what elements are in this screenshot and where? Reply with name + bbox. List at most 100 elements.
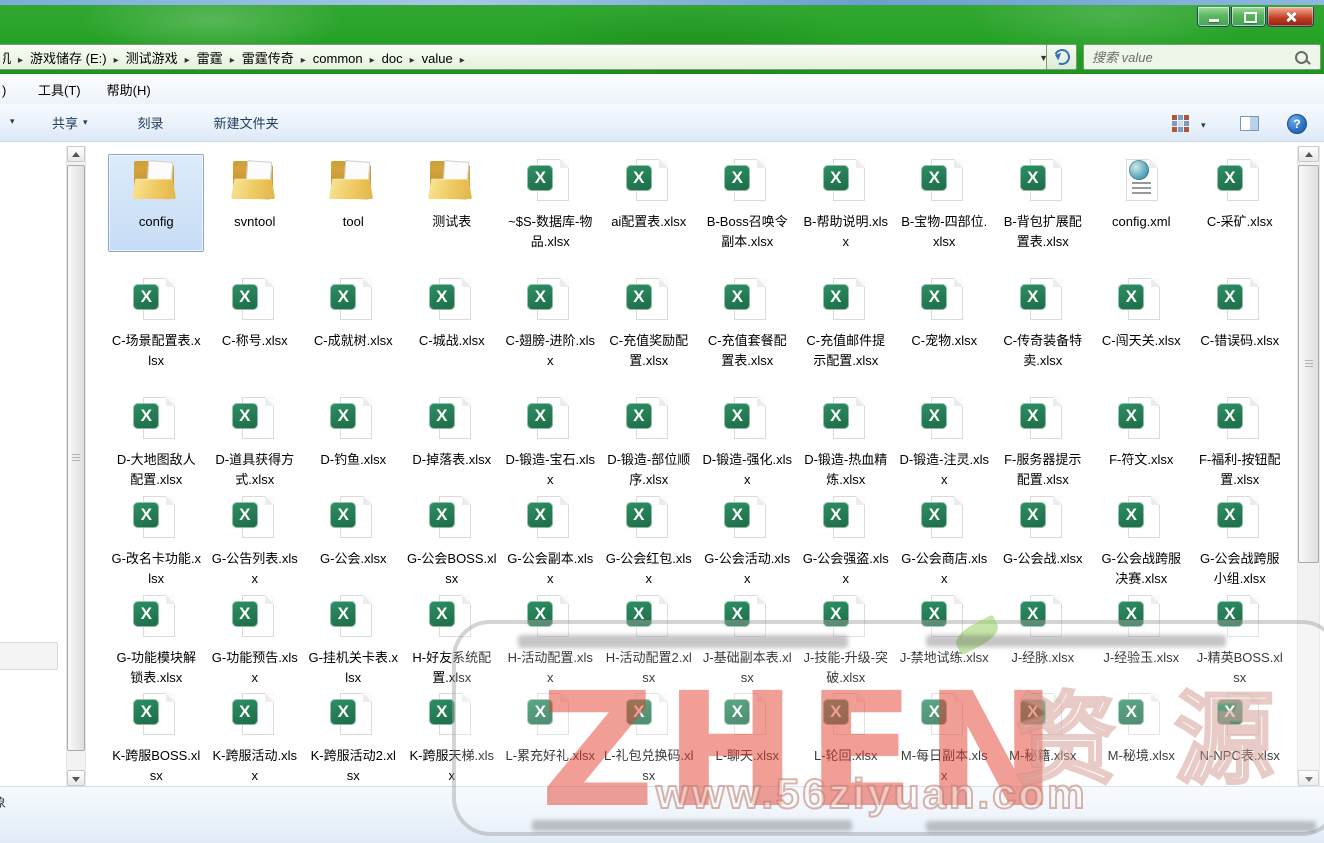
- folder-item[interactable]: tool: [305, 154, 401, 252]
- breadcrumb-separator-icon[interactable]: ▸: [296, 55, 311, 66]
- file-item[interactable]: XJ-经脉.xlsx: [995, 590, 1091, 688]
- scroll-up-button[interactable]: [1298, 146, 1319, 162]
- breadcrumb-item[interactable]: doc: [380, 51, 405, 66]
- file-item[interactable]: XD-锻造-注灵.xlsx: [896, 392, 992, 490]
- breadcrumb-item[interactable]: common: [311, 51, 365, 66]
- file-item[interactable]: XJ-禁地试练.xlsx: [896, 590, 992, 688]
- scroll-down-button[interactable]: [67, 770, 85, 786]
- file-item[interactable]: XD-锻造-宝石.xlsx: [502, 392, 598, 490]
- address-bar[interactable]: 机▸游戏储存 (E:)▸测试游戏▸雷霆▸雷霆传奇▸common▸doc▸valu…: [0, 44, 1057, 70]
- close-button[interactable]: [1267, 7, 1314, 27]
- folder-item[interactable]: config: [108, 154, 204, 252]
- file-item[interactable]: XG-公会强盗.xlsx: [798, 491, 894, 589]
- chevron-down-icon[interactable]: ▾: [10, 116, 15, 127]
- file-item[interactable]: XJ-精英BOSS.xlsx: [1192, 590, 1288, 688]
- file-item[interactable]: XM-每日副本.xlsx: [896, 688, 992, 786]
- file-item[interactable]: XB-宝物-四部位.xlsx: [896, 154, 992, 252]
- file-item[interactable]: XL-轮回.xlsx: [798, 688, 894, 786]
- breadcrumb-separator-icon[interactable]: ▸: [455, 55, 470, 66]
- file-item[interactable]: XC-成就树.xlsx: [305, 273, 401, 371]
- breadcrumb-separator-icon[interactable]: ▸: [405, 55, 420, 66]
- breadcrumb-item[interactable]: value: [420, 51, 455, 66]
- file-item[interactable]: XC-场景配置表.xlsx: [108, 273, 204, 371]
- scroll-down-button[interactable]: [1298, 770, 1319, 786]
- file-item[interactable]: config.xml: [1093, 154, 1189, 252]
- file-item[interactable]: XG-公会商店.xlsx: [896, 491, 992, 589]
- file-item[interactable]: Xai配置表.xlsx: [601, 154, 697, 252]
- file-list-scrollbar[interactable]: [1297, 146, 1320, 786]
- file-item[interactable]: XL-聊天.xlsx: [699, 688, 795, 786]
- toolbar-button[interactable]: 新建文件夹: [208, 110, 285, 135]
- file-item[interactable]: XD-钓鱼.xlsx: [305, 392, 401, 490]
- navigation-scrollbar[interactable]: [66, 146, 86, 786]
- file-item[interactable]: XK-跨服BOSS.xlsx: [108, 688, 204, 786]
- file-item[interactable]: XG-公会副本.xlsx: [502, 491, 598, 589]
- toolbar-button[interactable]: 共享▾: [46, 110, 94, 135]
- file-item[interactable]: XG-公会战跨服决赛.xlsx: [1093, 491, 1189, 589]
- file-item[interactable]: XL-累充好礼.xlsx: [502, 688, 598, 786]
- file-item[interactable]: XB-Boss召唤令副本.xlsx: [699, 154, 795, 252]
- breadcrumb-separator-icon[interactable]: ▸: [365, 55, 380, 66]
- file-item[interactable]: XC-错误码.xlsx: [1192, 273, 1288, 371]
- breadcrumb-separator-icon[interactable]: ▸: [225, 55, 240, 66]
- file-item[interactable]: XK-跨服天梯.xlsx: [404, 688, 500, 786]
- preview-pane-button[interactable]: [1240, 116, 1259, 131]
- menu-item[interactable]: 帮助(H): [107, 80, 151, 99]
- search-icon[interactable]: [1295, 51, 1308, 64]
- navigation-tree-item[interactable]: [0, 642, 58, 670]
- menu-item[interactable]: 工具(T): [38, 80, 81, 99]
- help-button[interactable]: ?: [1287, 114, 1307, 134]
- scrollbar-thumb[interactable]: [67, 165, 85, 751]
- scroll-up-button[interactable]: [67, 146, 85, 162]
- minimize-button[interactable]: [1197, 7, 1230, 27]
- file-item[interactable]: XD-掉落表.xlsx: [404, 392, 500, 490]
- file-item[interactable]: XG-改名卡功能.xlsx: [108, 491, 204, 589]
- file-item[interactable]: XB-帮助说明.xlsx: [798, 154, 894, 252]
- file-item[interactable]: XC-充值套餐配置表.xlsx: [699, 273, 795, 371]
- file-item[interactable]: XG-功能预告.xlsx: [207, 590, 303, 688]
- file-item[interactable]: XF-符文.xlsx: [1093, 392, 1189, 490]
- file-item[interactable]: XG-挂机关卡表.xlsx: [305, 590, 401, 688]
- search-box[interactable]: [1083, 44, 1321, 70]
- breadcrumb-separator-icon[interactable]: ▸: [180, 55, 195, 66]
- change-view-button[interactable]: [1168, 113, 1192, 134]
- file-item[interactable]: XH-活动配置.xlsx: [502, 590, 598, 688]
- file-item[interactable]: XH-好友系统配置.xlsx: [404, 590, 500, 688]
- file-item[interactable]: XC-闯天关.xlsx: [1093, 273, 1189, 371]
- scrollbar-thumb[interactable]: [1298, 165, 1319, 563]
- file-item[interactable]: XD-大地图敌人配置.xlsx: [108, 392, 204, 490]
- breadcrumb-item[interactable]: 雷霆: [195, 51, 225, 66]
- file-item[interactable]: X~$S-数据库-物品.xlsx: [502, 154, 598, 252]
- file-item[interactable]: XG-公会.xlsx: [305, 491, 401, 589]
- file-item[interactable]: XJ-基础副本表.xlsx: [699, 590, 795, 688]
- file-item[interactable]: XC-城战.xlsx: [404, 273, 500, 371]
- breadcrumb-separator-icon[interactable]: ▸: [109, 55, 124, 66]
- file-item[interactable]: XD-锻造-部位顺序.xlsx: [601, 392, 697, 490]
- file-item[interactable]: XG-公会战.xlsx: [995, 491, 1091, 589]
- file-item[interactable]: XD-锻造-热血精炼.xlsx: [798, 392, 894, 490]
- file-item[interactable]: XH-活动配置2.xlsx: [601, 590, 697, 688]
- file-item[interactable]: XJ-经验玉.xlsx: [1093, 590, 1189, 688]
- breadcrumb-item[interactable]: 机: [3, 48, 13, 67]
- breadcrumb-separator-icon[interactable]: ▸: [13, 55, 28, 66]
- file-item[interactable]: XC-称号.xlsx: [207, 273, 303, 371]
- file-item[interactable]: XG-公告列表.xlsx: [207, 491, 303, 589]
- file-item[interactable]: XK-跨服活动2.xlsx: [305, 688, 401, 786]
- breadcrumb-item[interactable]: 雷霆传奇: [240, 51, 296, 66]
- menu-item[interactable]: 查看(V): [2, 80, 12, 99]
- breadcrumb-item[interactable]: 游戏储存 (E:): [28, 51, 109, 66]
- search-input[interactable]: [1084, 50, 1295, 65]
- breadcrumb-item[interactable]: 测试游戏: [124, 51, 180, 66]
- folder-item[interactable]: svntool: [207, 154, 303, 252]
- file-item[interactable]: XM-秘籍.xlsx: [995, 688, 1091, 786]
- file-item[interactable]: XC-充值奖励配置.xlsx: [601, 273, 697, 371]
- refresh-button[interactable]: [1046, 44, 1077, 70]
- file-item[interactable]: XM-秘境.xlsx: [1093, 688, 1189, 786]
- file-item[interactable]: XC-宠物.xlsx: [896, 273, 992, 371]
- file-item[interactable]: XD-锻造-强化.xlsx: [699, 392, 795, 490]
- maximize-button[interactable]: [1231, 7, 1266, 27]
- views-dropdown-icon[interactable]: ▾: [1201, 120, 1206, 131]
- file-item[interactable]: XF-福利-按钮配置.xlsx: [1192, 392, 1288, 490]
- file-item[interactable]: XG-公会战跨服小组.xlsx: [1192, 491, 1288, 589]
- file-item[interactable]: XF-服务器提示配置.xlsx: [995, 392, 1091, 490]
